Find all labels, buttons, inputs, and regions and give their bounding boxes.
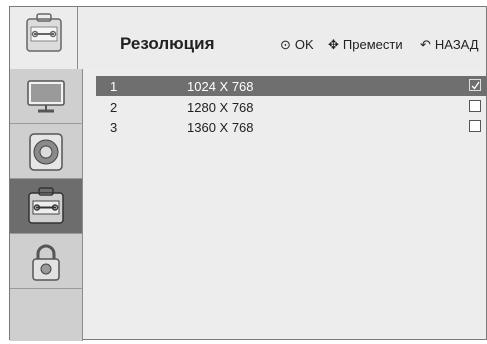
row-value: 1024 X 768 (187, 79, 254, 94)
toolbox-icon (26, 13, 62, 52)
toolbox-icon (28, 187, 64, 224)
hint-ok: ⊙ OK (280, 37, 314, 53)
row-checkbox[interactable] (469, 100, 481, 112)
checkmark-icon (471, 81, 480, 90)
hint-move-label: Премести (342, 37, 403, 52)
sidebar-item-audio[interactable] (10, 124, 82, 179)
row-checkbox[interactable] (469, 120, 481, 132)
monitor-icon (27, 80, 65, 113)
header-bar: Резолюция ⊙ OK ✥ Премести ↶ НАЗАД (10, 7, 486, 70)
ok-button-icon: ⊙ (280, 37, 291, 52)
sidebar-item-option[interactable] (10, 179, 82, 234)
row-number: 3 (110, 120, 118, 135)
page-title: Резолюция (120, 34, 215, 53)
navigate-arrows-icon: ✥ (328, 37, 339, 52)
hint-back: ↶ НАЗАД (420, 37, 479, 53)
row-value: 1280 X 768 (187, 100, 254, 115)
row-number: 2 (110, 100, 118, 115)
back-arrow-icon: ↶ (420, 37, 431, 52)
row-value: 1360 X 768 (187, 120, 254, 135)
resolution-list: 1 1024 X 768 2 1280 X 768 3 1360 X 768 (83, 69, 487, 339)
padlock-icon (32, 244, 60, 281)
hint-move: ✥ Премести (328, 37, 403, 53)
sidebar-item-picture[interactable] (10, 69, 82, 124)
list-item[interactable]: 2 1280 X 768 (96, 97, 487, 117)
hint-ok-label: OK (294, 37, 314, 52)
sidebar (10, 69, 83, 341)
osd-window: Резолюция ⊙ OK ✥ Премести ↶ НАЗАД 1 1024… (9, 6, 487, 341)
speaker-icon (29, 133, 63, 171)
hint-back-label: НАЗАД (434, 37, 479, 52)
sidebar-item-lock[interactable] (10, 234, 82, 289)
sidebar-empty-cell (10, 289, 82, 344)
row-number: 1 (110, 79, 118, 94)
list-item[interactable]: 3 1360 X 768 (96, 117, 487, 137)
row-checkbox[interactable] (469, 79, 481, 91)
list-item[interactable]: 1 1024 X 768 (96, 76, 487, 96)
header-icon-cell (10, 7, 78, 69)
